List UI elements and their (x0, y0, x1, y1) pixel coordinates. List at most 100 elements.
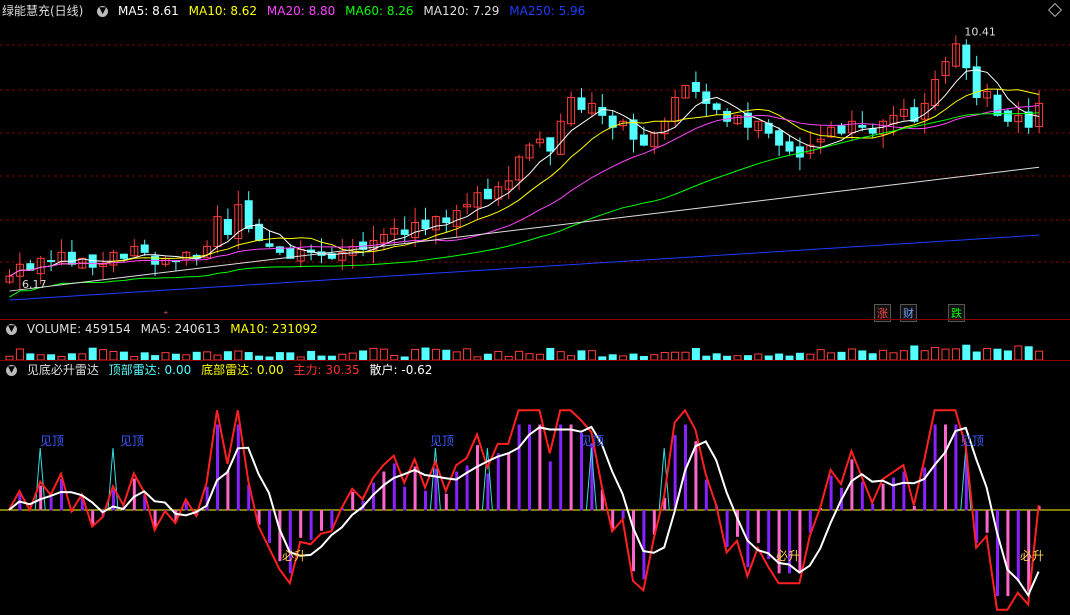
candle-body (223, 218, 232, 235)
candle-body (639, 134, 648, 146)
volume-bar (119, 351, 128, 360)
candle-body (858, 125, 867, 128)
indicator-bar (548, 461, 552, 511)
low-label: 6.17 (22, 278, 47, 291)
chevron-down-icon[interactable]: ▼ (6, 365, 17, 376)
candle-body (400, 229, 409, 235)
volume-bar (951, 348, 960, 360)
indicator-bar (569, 424, 573, 511)
retail-label: 散户: -0.62 (369, 363, 433, 377)
volume-bar (827, 352, 836, 360)
volume-bar (192, 351, 201, 360)
top-signal-label: 见顶 (960, 434, 984, 448)
ma60-line (9, 112, 1040, 298)
indicator-bar (912, 505, 916, 511)
indicator-bar (517, 424, 521, 511)
ma20-line (9, 104, 1040, 277)
bottom-signal-label: 必升 (1020, 549, 1044, 563)
volume-bar (463, 348, 472, 360)
volume-bar (275, 352, 284, 360)
indicator-bar (320, 510, 323, 531)
volume-label: VOLUME: 459154 (26, 322, 131, 336)
ma250-line (9, 234, 1040, 301)
volume-bar (816, 349, 825, 360)
candle-body (712, 103, 721, 110)
volume-bar (1035, 350, 1044, 360)
candle-body (962, 44, 971, 69)
indicator-bar (1016, 510, 1020, 582)
volume-bar (203, 351, 212, 360)
volume-bar (546, 347, 555, 360)
indicator-bar (278, 510, 282, 562)
indicator-bar (403, 486, 407, 511)
indicator-bar (694, 441, 698, 511)
volume-bar (910, 345, 919, 360)
volume-bar (1003, 350, 1012, 360)
candle-body (691, 82, 700, 92)
indicator-bar (424, 490, 427, 511)
indicator-bar (496, 453, 500, 511)
candle-body (546, 137, 555, 152)
indicator-bar (559, 424, 563, 511)
indicator-bar (881, 483, 885, 511)
bottom-signal-label: 必升 (776, 549, 800, 563)
retail-line (8, 425, 1040, 598)
volume-bar (348, 352, 357, 360)
volume-bar (359, 350, 368, 360)
volume-bar (88, 347, 97, 360)
indicator-bar (309, 510, 313, 540)
indicator-bar (434, 468, 438, 511)
volume-bar (99, 349, 108, 360)
volume-bar (993, 348, 1002, 360)
candle-body (785, 141, 794, 152)
indicator-bar (268, 510, 271, 543)
top-signal-label: 见顶 (430, 434, 454, 448)
indicator-bar (486, 473, 490, 511)
bottom-signal-label: 必升 (282, 549, 306, 563)
volume-bar (431, 348, 440, 360)
indicator-bar (132, 478, 136, 511)
indicator-bar (850, 459, 854, 511)
top-signal-label: 见顶 (120, 434, 144, 448)
main-force-label: 主力: 30.35 (293, 363, 360, 377)
volume-bar (556, 351, 565, 360)
indicator-bar (892, 477, 895, 511)
indicator-bar (642, 510, 646, 580)
volume-bar (681, 351, 690, 360)
candle-body (265, 243, 274, 247)
bottom-radar-label: 底部雷达: 0.00 (201, 363, 284, 377)
volume-bar (577, 350, 586, 360)
chevron-down-icon[interactable]: ▼ (6, 324, 17, 335)
volume-header: ▼ VOLUME: 459154 MA5: 240613 MA10: 23109… (2, 320, 324, 338)
volume-bar (858, 350, 867, 360)
volume-bar (1024, 346, 1033, 360)
candle-body (1003, 110, 1012, 122)
indicator-title: 见底必升雷达 (26, 363, 99, 377)
volume-bar (140, 352, 149, 360)
indicator-bar (944, 424, 947, 511)
high-label: 10.41 (964, 25, 996, 38)
volume-bar (889, 352, 898, 360)
candle-body (67, 251, 76, 265)
indicator-bar (798, 510, 802, 574)
candle-body (993, 94, 1002, 116)
price-chart: 10.416.17⌃ (0, 25, 1070, 320)
indicator-bar (902, 471, 906, 511)
ma10-line (9, 88, 1040, 277)
indicator-bar (538, 424, 542, 511)
indicator-bar (673, 435, 677, 511)
indicator-bar (507, 453, 511, 511)
candle-body (244, 200, 253, 230)
candle-body (775, 130, 784, 146)
indicator-header: ▼ 见底必升雷达 顶部雷达: 0.00 底部雷达: 0.00 主力: 30.35… (2, 361, 438, 379)
volume-bar (941, 348, 950, 360)
indicator-bar (1006, 510, 1010, 596)
volume-bar (15, 348, 24, 360)
volume-bar (920, 350, 929, 360)
volume-bar (972, 351, 981, 360)
volume-bar (931, 346, 940, 360)
volume-bar (1014, 345, 1023, 360)
volume-bar (411, 348, 420, 360)
indicator-bar (476, 445, 479, 511)
volume-bar (660, 352, 669, 360)
